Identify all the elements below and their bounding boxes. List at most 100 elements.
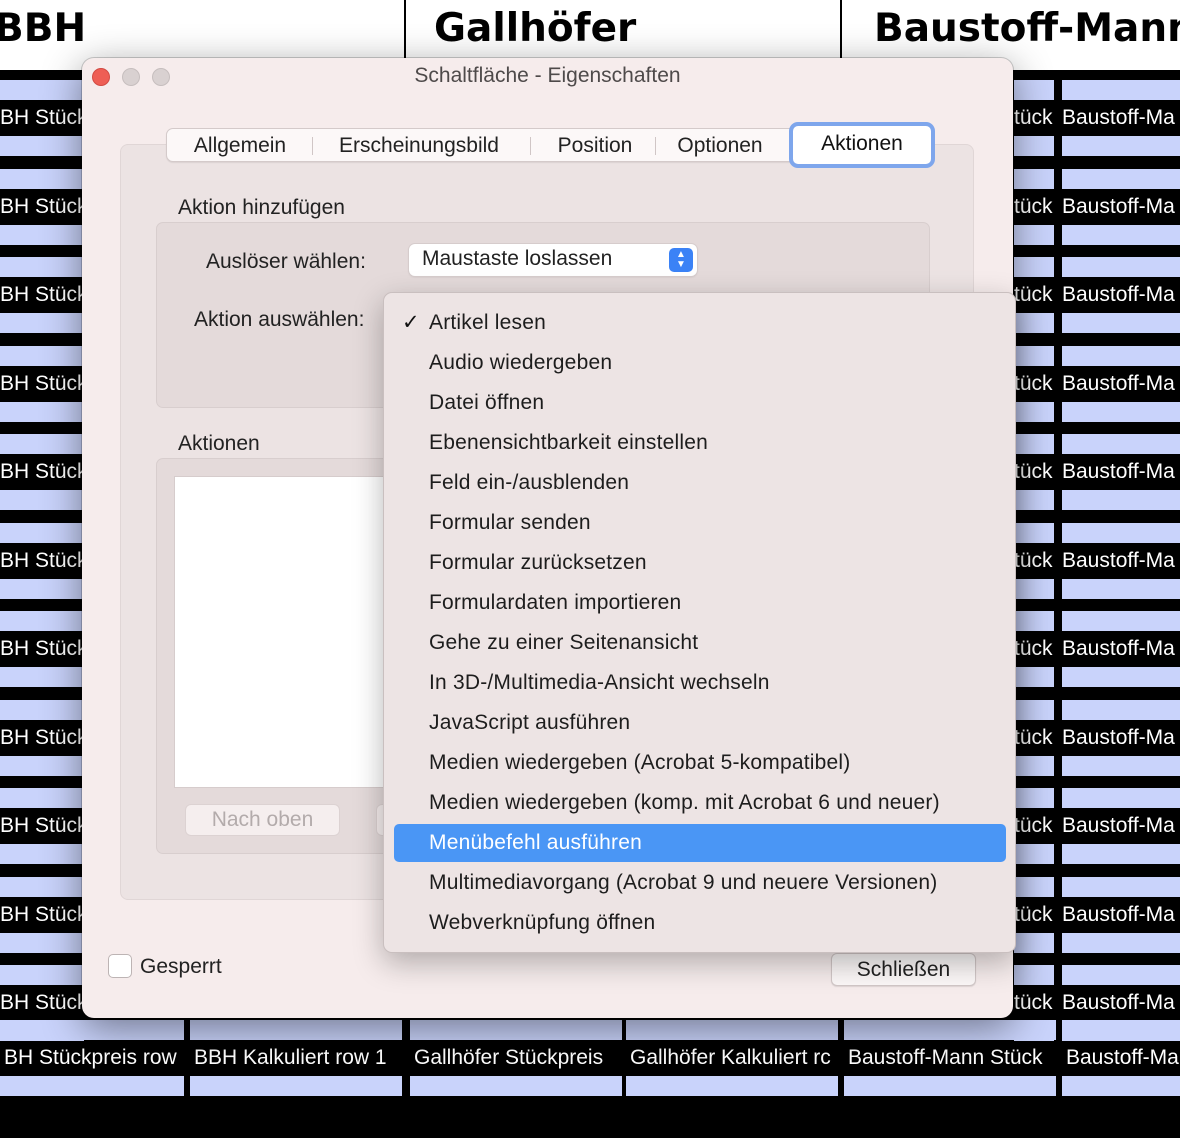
form-field-bottom[interactable]: Baustoff-Mann Stück [844,1016,1056,1100]
field-label: Gallhöfer Stückpreis [410,1042,622,1074]
field-label: tück [1014,544,1054,577]
form-field-bbh-stueckpreis[interactable]: BH Stück [0,165,84,249]
field-label: Baustoff-Ma [1062,544,1180,577]
field-fill [1014,401,1054,422]
tab-position[interactable]: Position [537,129,653,161]
field-fill [1062,345,1180,366]
form-field-bbh-stueckpreis[interactable]: BH Stück [0,607,84,691]
locked-label: Gesperrt [140,955,222,978]
field-fill [0,965,84,985]
form-field-bbh-stueckpreis[interactable]: BH Stück [0,519,84,603]
locked-checkbox[interactable] [108,954,132,978]
menu-item[interactable]: Formular zurücksetzen [394,544,1006,582]
menu-item[interactable]: ✓ Artikel lesen [394,304,1006,342]
menu-item[interactable]: Multimediavorgang (Acrobat 9 und neuere … [394,864,1006,902]
field-label: Baustoff-Ma [1062,721,1180,754]
actions-list[interactable] [174,476,394,788]
menu-item[interactable]: Medien wiedergeben (Acrobat 5-kompatibel… [394,744,1006,782]
menu-item[interactable]: Webverknüpfung öffnen [394,904,1006,942]
form-field-baustoff-stueckpreis[interactable]: tück [1014,607,1054,691]
trigger-select[interactable]: Maustaste loslassen ▲ ▼ [409,244,697,276]
field-fill [626,1076,838,1096]
field-fill [1062,257,1180,277]
title-bar: Schaltfläche - Eigenschaften [82,58,1013,96]
form-field-baustoff-kalkuliert[interactable]: Baustoff-Ma [1062,696,1180,780]
form-field-baustoff-stueckpreis[interactable]: tück [1014,76,1054,160]
form-field-bbh-stueckpreis[interactable]: BH Stück [0,253,84,337]
field-fill [844,1020,1056,1040]
menu-item[interactable]: Ebenensichtbarkeit einstellen [394,424,1006,462]
field-fill [1062,788,1180,808]
form-field-bbh-stueckpreis[interactable]: BH Stück [0,430,84,514]
form-field-baustoff-kalkuliert[interactable]: Baustoff-Ma [1062,76,1180,160]
menu-item[interactable]: Menübefehl ausführen [394,824,1006,862]
menu-item[interactable]: Formular senden [394,504,1006,542]
form-field-bbh-stueckpreis[interactable]: BH Stück [0,784,84,868]
field-fill [0,578,84,599]
form-field-baustoff-stueckpreis[interactable]: tück [1014,696,1054,780]
form-field-baustoff-kalkuliert[interactable]: Baustoff-Ma [1062,607,1180,691]
form-field-bottom[interactable]: Baustoff-Ma [1062,1016,1180,1100]
field-fill [1062,667,1180,687]
form-field-bottom[interactable]: Gallhöfer Kalkuliert rc [626,1016,838,1100]
close-button[interactable]: Schließen [831,953,976,986]
menu-item[interactable]: In 3D-/Multimedia-Ansicht wechseln [394,664,1006,702]
form-field-baustoff-stueckpreis[interactable]: tück [1014,519,1054,603]
field-fill [410,1020,622,1040]
form-field-bbh-stueckpreis[interactable]: BH Stück [0,342,84,426]
form-field-baustoff-stueckpreis[interactable]: tück [1014,253,1054,337]
menu-item-label: Artikel lesen [429,311,546,334]
field-fill [1062,136,1180,156]
menu-item[interactable]: Audio wiedergeben [394,344,1006,382]
move-up-button[interactable]: Nach oben [185,804,340,836]
tab-optionen[interactable]: Optionen [661,129,779,161]
field-label: Baustoff-Ma [1062,810,1180,842]
menu-item[interactable]: Feld ein-/ausblenden [394,464,1006,502]
field-fill [1062,522,1180,543]
tab-allgemein[interactable]: Allgemein [175,129,305,161]
field-label: BH Stück [0,544,84,577]
form-field-baustoff-stueckpreis[interactable]: tück [1014,784,1054,868]
form-field-baustoff-kalkuliert[interactable]: Baustoff-Ma [1062,519,1180,603]
menu-item[interactable]: Datei öffnen [394,384,1006,422]
form-field-bbh-stueckpreis[interactable]: BH Stück [0,76,84,160]
form-field-bottom[interactable]: BH Stückpreis row [0,1016,184,1100]
form-field-baustoff-stueckpreis[interactable]: tück [1014,342,1054,426]
form-field-baustoff-kalkuliert[interactable]: Baustoff-Ma [1062,873,1180,957]
field-label: Baustoff-Ma [1062,898,1180,931]
menu-item-label: Formulardaten importieren [429,591,682,614]
form-field-bottom[interactable]: BBH Kalkuliert row 1 [190,1016,402,1100]
form-field-baustoff-kalkuliert[interactable]: Baustoff-Ma [1062,784,1180,868]
form-field-baustoff-kalkuliert[interactable]: Baustoff-Ma [1062,165,1180,249]
tab-erscheinungsbild[interactable]: Erscheinungsbild [319,129,519,161]
trigger-select-value: Maustaste loslassen [422,247,613,270]
field-fill [1014,257,1054,277]
form-field-baustoff-stueckpreis[interactable]: tück [1014,873,1054,957]
menu-item[interactable]: Medien wiedergeben (komp. mit Acrobat 6 … [394,784,1006,822]
column-header-text: Gallhöfer [434,6,637,51]
field-label: tück [1014,279,1054,311]
tab-aktionen[interactable]: Aktionen [789,122,935,168]
form-field-baustoff-kalkuliert[interactable]: Baustoff-Ma [1062,430,1180,514]
form-field-baustoff-stueckpreis[interactable]: tück [1014,430,1054,514]
field-fill [1014,168,1054,189]
form-field-bbh-stueckpreis[interactable]: BH Stück [0,696,84,780]
field-fill [1014,80,1054,100]
form-field-bbh-stueckpreis[interactable]: BH Stück [0,873,84,957]
form-field-baustoff-kalkuliert[interactable]: Baustoff-Ma [1062,342,1180,426]
form-field-baustoff-stueckpreis[interactable]: tück [1014,165,1054,249]
menu-item[interactable]: JavaScript ausführen [394,704,1006,742]
field-fill [0,136,84,156]
form-field-baustoff-kalkuliert[interactable]: Baustoff-Ma [1062,253,1180,337]
field-fill [1014,313,1054,333]
field-fill [1014,345,1054,366]
field-fill [0,844,84,864]
field-fill [1062,401,1180,422]
menu-item[interactable]: Formulardaten importieren [394,584,1006,622]
field-fill [1062,932,1180,953]
column-header-text: Baustoff-Mann [874,6,1180,51]
form-field-bottom[interactable]: Gallhöfer Stückpreis [410,1016,622,1100]
field-fill [0,522,84,543]
menu-item[interactable]: Gehe zu einer Seitenansicht [394,624,1006,662]
field-fill [0,224,84,245]
